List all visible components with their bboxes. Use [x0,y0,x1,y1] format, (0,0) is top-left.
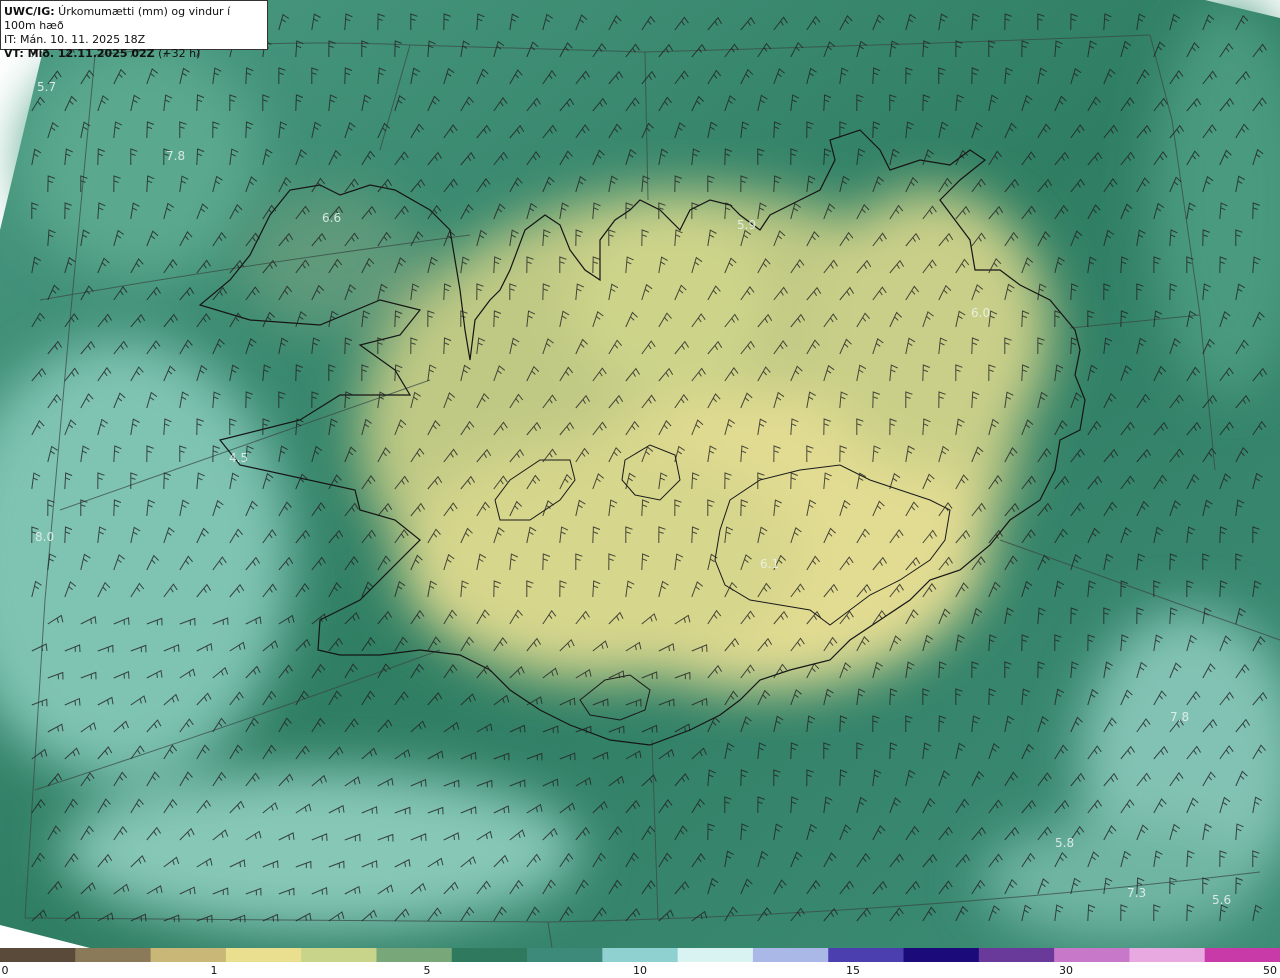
forecast-map: 5.7 7.8 6.6 5.9 6.0 4.5 8.0 6.1 5.8 7.3 … [0,0,1280,948]
value-label: 5.6 [1212,893,1232,907]
value-label: 6.6 [322,211,342,225]
colorbar-strip [0,948,1280,962]
precipitation-colorbar: 0 1 5 10 15 30 50 [0,948,1280,978]
colorbar-tick: 5 [423,964,431,977]
value-label: 4.5 [229,451,249,465]
colorbar-segment [0,948,77,962]
colorbar-segment [1204,948,1280,962]
colorbar-segment [1129,948,1206,962]
colorbar-segment [527,948,604,962]
colorbar-segment [978,948,1056,962]
colorbar-segment [376,948,453,962]
colorbar-tick: 10 [633,964,647,977]
colorbar-segment [150,948,227,962]
colorbar-segment [752,948,830,962]
forecast-info-box: UWC/IG: Úrkomumætti (mm) og vindur í 100… [0,0,268,60]
map-canvas [0,0,1280,948]
colorbar-segment [677,948,754,962]
colorbar-segment [301,948,378,962]
colorbar-segment [451,948,529,962]
colorbar-tick: 1 [210,964,218,977]
colorbar-tick: 50 [1263,964,1277,977]
value-label: 6.1 [760,557,780,571]
value-label: 7.8 [1170,710,1190,724]
colorbar-tick: 15 [846,964,860,977]
map-title: UWC/IG: Úrkomumætti (mm) og vindur í 100… [4,5,231,32]
value-label: 5.7 [37,80,57,94]
colorbar-tick: 0 [1,964,9,977]
colorbar-segment [1054,948,1131,962]
colorbar-segment [225,948,303,962]
value-label: 5.8 [1055,836,1075,850]
colorbar-tick: 30 [1059,964,1073,977]
value-label: 7.3 [1127,886,1147,900]
value-label: 7.8 [166,149,186,163]
value-label: 8.0 [35,530,55,544]
colorbar-segment [602,948,679,962]
init-time: IT: Mán. 10. 11. 2025 18Z [4,33,146,46]
valid-time: VT: Mið. 12.11.2025 02Z (+32 h) [4,47,201,60]
value-label: 6.0 [971,306,991,320]
colorbar-segment [903,948,980,962]
value-label: 5.9 [737,218,757,232]
colorbar-segment [828,948,905,962]
colorbar-segment [75,948,152,962]
